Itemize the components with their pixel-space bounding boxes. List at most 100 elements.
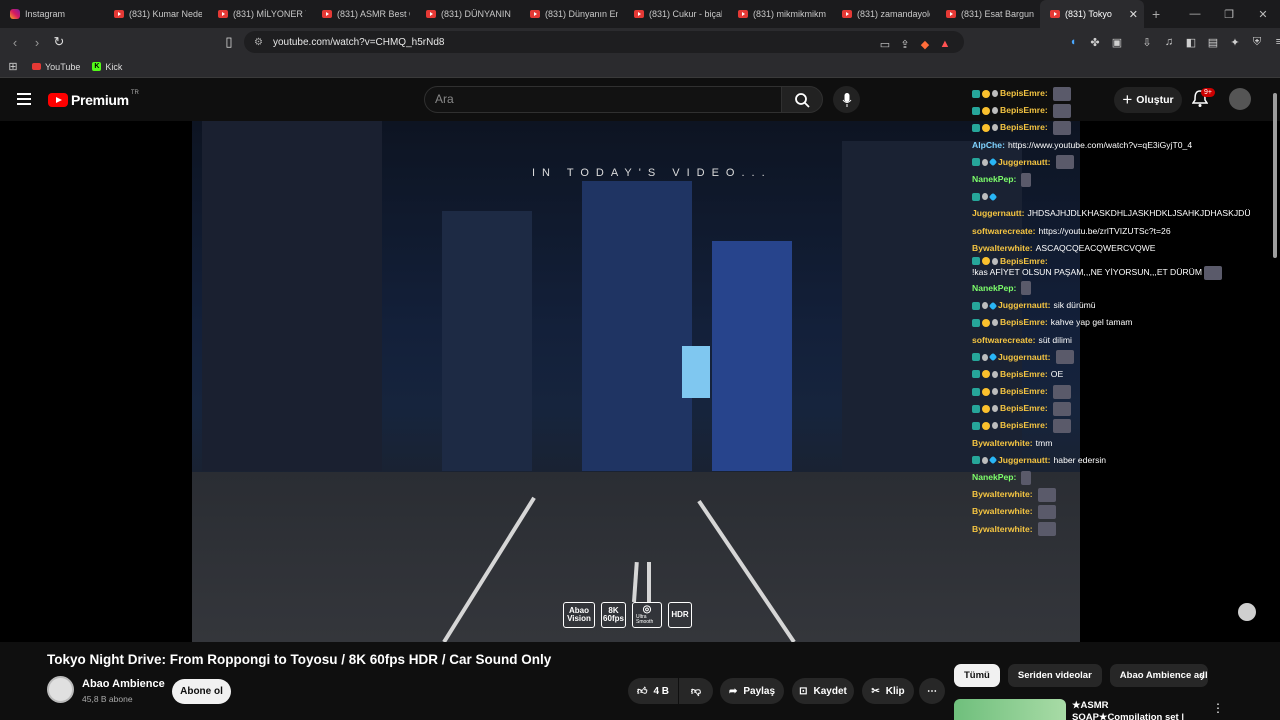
chat-badge-icon <box>972 158 980 167</box>
chat-badge-icon <box>982 404 990 413</box>
hamburger-menu-icon[interactable] <box>17 93 31 105</box>
chat-emote-icon <box>1052 120 1071 135</box>
browser-tab[interactable]: (831) Tokyo ✕ <box>1040 0 1144 28</box>
chat-badge-icon <box>992 124 998 132</box>
restore-icon[interactable]: ❐ <box>1212 8 1246 21</box>
close-window-icon[interactable]: ✕ <box>1246 8 1280 21</box>
menu-icon[interactable]: ≡ <box>1270 33 1280 51</box>
chat-badge-icon <box>972 301 980 310</box>
chat-text: ASCAQCQEACQWERCVQWE <box>1035 242 1156 253</box>
chat-badge-icon <box>992 370 998 378</box>
brave-shield-icon[interactable]: ◆ <box>916 35 934 53</box>
media-icon[interactable]: ♫ <box>1160 33 1178 51</box>
more-actions-button[interactable]: ⋯ <box>919 678 945 704</box>
notification-count: 9+ <box>1201 88 1215 97</box>
vpn-icon[interactable]: ⛨ <box>1248 33 1266 51</box>
notifications-button[interactable]: 9+ <box>1191 88 1215 113</box>
chat-message: Juggernautt: sik dürümü <box>972 297 1262 314</box>
tab-title: (831) MİLYONER YA <box>233 9 306 19</box>
cast-icon[interactable]: ▭ <box>876 35 894 53</box>
tab-title: (831) Tokyo <box>1065 9 1112 19</box>
sidebar-icon[interactable]: ◧ <box>1182 33 1200 51</box>
wallet-icon[interactable]: ▤ <box>1204 33 1222 51</box>
apps-grid-icon[interactable]: ⊞ <box>4 58 22 76</box>
kick-icon: K <box>92 62 102 71</box>
chat-username: Juggernautt: <box>998 454 1051 465</box>
chat-emote-icon <box>1037 522 1056 537</box>
bookmark-kick[interactable]: K Kick <box>92 62 122 72</box>
like-button[interactable]: 👍︎ 4 B <box>628 678 678 704</box>
minimize-icon[interactable]: — <box>1178 8 1212 20</box>
youtube-icon <box>530 10 540 18</box>
recommended-more-icon[interactable]: ⋮ <box>1212 701 1224 715</box>
subscribe-button[interactable]: Abone ol <box>172 679 231 704</box>
forward-icon[interactable]: › <box>26 35 48 50</box>
share-icon[interactable]: ⇪ <box>896 35 914 53</box>
chat-badge-icon <box>982 193 988 201</box>
browser-tab[interactable]: (831) zamandayolcu <box>832 0 936 28</box>
share-button[interactable]: ➦ Paylaş <box>720 678 784 704</box>
screenshot-icon[interactable]: ▣ <box>1108 33 1126 51</box>
voice-search-button[interactable] <box>833 86 860 113</box>
extension-icon[interactable]: ✤ <box>1086 33 1104 51</box>
download-icon[interactable]: ⇩ <box>1138 33 1156 51</box>
browser-tab[interactable]: (831) Cukur - biçak <box>624 0 728 28</box>
bookmark-icon[interactable]: ▯ <box>218 34 240 50</box>
close-tab-icon[interactable]: ✕ <box>1129 8 1138 21</box>
chat-text: haber edersin <box>1053 454 1107 465</box>
recommended-title[interactable]: ★ASMR SOAP★Compilation set | Crushing so… <box>1072 700 1196 720</box>
chat-badge-icon <box>992 422 998 430</box>
reload-icon[interactable]: ↻ <box>48 34 70 50</box>
search-input[interactable]: Ara <box>424 86 782 113</box>
youtube-logo-icon <box>48 93 68 107</box>
window-controls: — ❐ ✕ <box>1178 0 1280 28</box>
channel-watermark-icon[interactable] <box>1238 603 1256 621</box>
chat-username: softwarecreate: <box>972 225 1036 236</box>
leo-icon[interactable]: ✦ <box>1226 33 1244 51</box>
tab-title: (831) ASMR Best Of <box>337 9 410 19</box>
browser-tab[interactable]: (831) Esat Bargun <box>936 0 1040 28</box>
browser-tab[interactable]: Instagram <box>0 0 104 28</box>
clip-button[interactable]: ✂ Klip <box>862 678 914 704</box>
browser-tab[interactable]: (831) MİLYONER YA <box>208 0 312 28</box>
browser-tab[interactable]: (831) Dünyanın En 2 <box>520 0 624 28</box>
chat-message: Bywalterwhite: <box>972 503 1262 520</box>
new-tab-icon[interactable]: + <box>1152 6 1160 22</box>
chat-badge-icon <box>972 370 980 379</box>
microphone-icon <box>842 92 851 107</box>
chip-channel[interactable]: Abao Ambience adlı y <box>1109 664 1208 687</box>
dislike-button[interactable]: 👎︎ <box>679 678 713 704</box>
chevron-right-icon[interactable]: › <box>1200 668 1205 684</box>
browser-tab[interactable]: (831) ASMR Best Of <box>312 0 416 28</box>
bookmark-youtube[interactable]: YouTube <box>32 62 80 72</box>
share-arrow-icon: ➦ <box>728 685 738 697</box>
recommended-thumbnail[interactable] <box>954 699 1066 720</box>
search-button[interactable] <box>781 86 823 113</box>
chat-badge-icon <box>992 257 998 265</box>
page-scrollbar[interactable] <box>1273 93 1277 258</box>
video-frame <box>192 121 1080 642</box>
chat-badge-icon <box>982 456 988 464</box>
chat-emote-icon <box>1055 350 1074 365</box>
account-avatar[interactable] <box>1229 88 1251 110</box>
chip-all[interactable]: Tümü <box>954 664 1000 687</box>
youtube-premium-logo[interactable]: Premium TR <box>48 90 139 108</box>
back-icon[interactable]: ‹ <box>4 35 26 50</box>
browser-tab[interactable]: (831) Kumar Neden <box>104 0 208 28</box>
channel-name[interactable]: Abao Ambience <box>82 678 165 690</box>
chat-username: BepisEmre: <box>1000 105 1048 116</box>
channel-avatar[interactable] <box>47 676 74 703</box>
chip-series[interactable]: Seriden videolar <box>1007 664 1102 687</box>
chat-badge-icon <box>982 353 988 361</box>
create-button[interactable]: + Oluştur <box>1114 87 1182 113</box>
address-bar[interactable]: ⚙ youtube.com/watch?v=CHMQ_h5rNd8 ▭ ⇪ ◆ … <box>244 31 964 53</box>
brave-rewards-icon[interactable]: ▲ <box>936 35 954 53</box>
chat-text: süt dilimi <box>1038 334 1072 345</box>
youtube-icon <box>842 10 852 18</box>
audio-icon[interactable]: ◖ <box>1064 33 1082 51</box>
browser-tab[interactable]: (831) mikmikmikmik <box>728 0 832 28</box>
browser-tab[interactable]: (831) DÜNYANIN EN <box>416 0 520 28</box>
site-info-icon[interactable]: ⚙ <box>254 37 263 48</box>
save-button[interactable]: ⊡ Kaydet <box>792 678 854 704</box>
chat-username: BepisEmre: <box>1000 255 1048 266</box>
